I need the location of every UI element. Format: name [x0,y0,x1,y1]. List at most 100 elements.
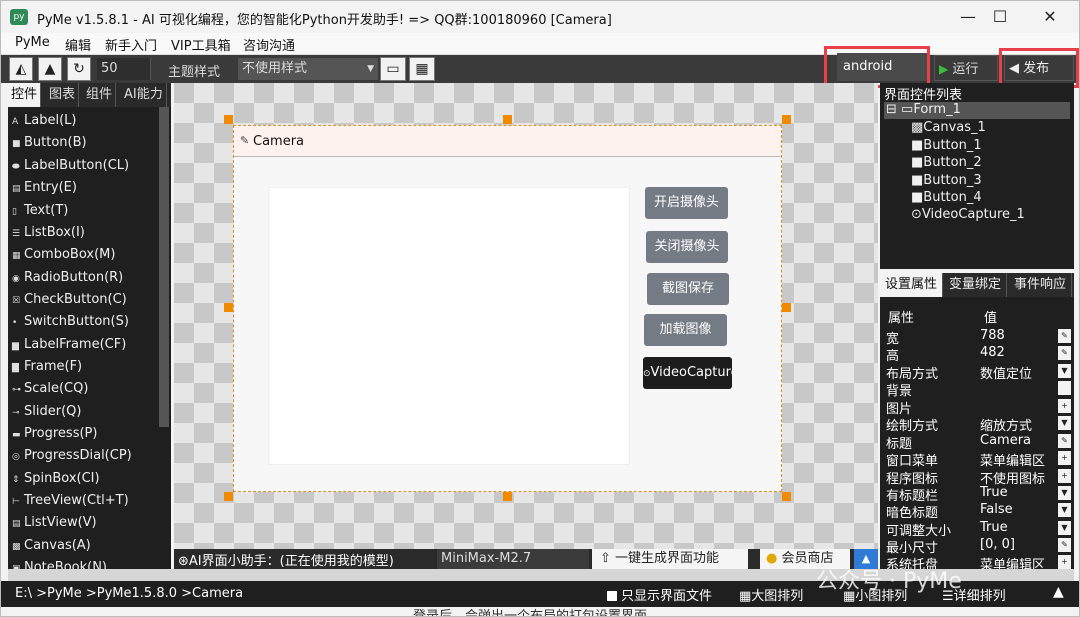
widget-listbox[interactable]: ☰ ListBox(I) [12,225,85,240]
widget-frame[interactable]: ▇ Frame(F) [12,359,82,374]
widget-checkbutton[interactable]: ☒ CheckButton(C) [12,292,127,307]
dropdown-icon[interactable]: ▼ [1058,364,1071,378]
prop-row[interactable]: 最小尺寸 [0, 0] ✎ [880,537,1074,556]
widget-progressdial-text: ProgressDial(CP) [24,448,132,463]
tree-item-button-3[interactable]: ■Button_3 [911,173,982,188]
dropdown-icon[interactable]: ▼ [1058,503,1071,517]
widget-combobox[interactable]: ▦ ComboBox(M) [12,247,115,262]
resize-handle-b[interactable] [503,492,512,501]
edit-icon[interactable]: ✎ [1058,346,1071,360]
model-select[interactable]: MiniMax-M2.7 [437,549,589,569]
widget-spinbox[interactable]: ⇕ SpinBox(CI) [12,471,100,486]
edit-icon[interactable]: ✎ [1058,434,1071,448]
maximize-button[interactable]: ☐ [977,1,1023,33]
widget-switchbutton[interactable]: • SwitchButton(S) [12,314,129,329]
resize-handle-tl[interactable] [224,115,233,124]
prop-row[interactable]: 绘制方式 缩放方式 ▼ [880,415,1074,434]
widget-entry[interactable]: ▤ Entry(E) [12,180,77,195]
plus-icon[interactable]: + [1058,555,1071,569]
prop-row[interactable]: 高 482 ✎ [880,345,1074,364]
dropdown-icon[interactable]: ▼ [1058,416,1071,430]
prop-row[interactable]: 图片 + [880,398,1074,417]
widget-listview[interactable]: ▤ ListView(V) [12,515,97,530]
resize-handle-t[interactable] [503,115,512,124]
tree-item-button-2[interactable]: ■Button_2 [911,155,982,170]
menu-pyme[interactable]: PyMe [15,35,50,50]
widget-progressdial[interactable]: ◎ ProgressDial(CP) [12,448,132,463]
plus-icon[interactable]: + [1058,399,1071,413]
tree-item-button-4[interactable]: ■Button_4 [911,190,982,205]
dropdown-icon[interactable]: ▼ [1058,486,1071,500]
tree-item-videocapture[interactable]: ⊙VideoCapture_1 [911,207,1025,222]
close-button[interactable]: ✕ [1027,1,1073,33]
menu-vip-tools[interactable]: VIP工具箱 [171,35,231,54]
tree-item-canvas[interactable]: ▩Canvas_1 [911,120,986,135]
plus-icon[interactable]: + [1058,451,1071,465]
widget-radiobutton[interactable]: ◉ RadioButton(R) [12,270,123,285]
close-camera-button[interactable]: 关闭摄像头 [646,231,728,263]
widget-notebook[interactable]: ▣ NoteBook(N) [12,560,107,569]
canvas-widget[interactable] [268,187,630,465]
tree-item-button-1[interactable]: ■Button_1 [911,138,982,153]
prop-row[interactable]: 暗色标题 False ▼ [880,502,1074,521]
tree-item-form[interactable]: ⊟ ▭Form_1 [886,102,961,117]
prop-row[interactable]: 背景 [880,380,1074,399]
tab-charts[interactable]: 图表 [46,83,80,107]
menu-beginner[interactable]: 新手入门 [105,35,157,54]
generate-ui-button[interactable]: ⇧ 一键生成界面功能 [592,549,748,569]
prop-row[interactable]: 程序图标 不使用图标 + [880,468,1074,487]
edit-icon[interactable]: ✎ [1058,329,1071,343]
widget-canvas[interactable]: ▩ Canvas(A) [12,538,91,553]
open-camera-button[interactable]: 开启摄像头 [645,187,728,219]
collapse-up-icon[interactable]: ▲ [1053,584,1064,600]
run-button[interactable]: ▶ 运行 [934,55,998,81]
widget-label[interactable]: A Label(L) [12,113,76,128]
resize-handle-l[interactable] [224,303,233,312]
widget-scale[interactable]: ⊶ Scale(CQ) [12,381,88,396]
save-screenshot-button[interactable]: 截图保存 [647,273,729,305]
tab-event-response[interactable]: 事件响应 [1009,273,1073,297]
zoom-level-field[interactable]: 50 [97,58,151,80]
preview-monitor-icon[interactable]: ▭ [380,57,406,81]
color-swatch-icon[interactable] [1058,381,1071,395]
plus-icon[interactable]: + [1058,469,1071,483]
prop-row[interactable]: 有标题栏 True ▼ [880,485,1074,504]
widget-treeview[interactable]: ⊢ TreeView(Ctl+T) [12,493,129,508]
widget-labelbutton[interactable]: ⬬ LabelButton(CL) [12,158,129,173]
resize-handle-bl[interactable] [224,492,233,501]
dropdown-icon[interactable]: ▼ [1058,521,1071,535]
eraser-icon[interactable]: ◭ [9,57,33,81]
large-icon-view-button[interactable]: ▦大图排列 [739,585,803,604]
prop-row[interactable]: 标题 Camera ✎ [880,433,1074,452]
menu-consult[interactable]: 咨询沟通 [243,35,295,54]
widget-text[interactable]: ▯ Text(T) [12,203,68,218]
prop-row[interactable]: 可调整大小 True ▼ [880,520,1074,539]
menu-edit[interactable]: 编辑 [65,35,91,54]
tab-variable-binding[interactable]: 变量绑定 [944,273,1008,297]
resize-handle-br[interactable] [782,492,791,501]
theme-style-select[interactable]: 不使用样式 ▼ [238,58,378,80]
file-path-breadcrumb[interactable]: E:\ >PyMe >PyMe1.5.8.0 >Camera [15,586,243,601]
widget-button[interactable]: ■ Button(B) [12,135,87,150]
widget-list-scrollbar[interactable] [159,107,169,427]
tab-controls[interactable]: 控件 [8,83,42,107]
resize-handle-r[interactable] [782,303,791,312]
image-mountain-icon[interactable]: ▲ [38,57,62,81]
edit-icon[interactable]: ✎ [1058,538,1071,552]
prop-row[interactable]: 布局方式 数值定位 ▼ [880,363,1074,382]
layout-grid-icon[interactable]: ▦ [409,57,435,81]
tab-ai[interactable]: AI能力 [121,83,167,107]
prop-row[interactable]: 宽 788 ✎ [880,328,1074,347]
tab-components[interactable]: 组件 [83,83,117,107]
widget-slider[interactable]: ⊸ Slider(Q) [12,404,81,419]
widget-labelframe[interactable]: ▆ LabelFrame(CF) [12,337,126,352]
prop-row[interactable]: 窗口菜单 菜单编辑区 + [880,450,1074,469]
only-ui-files-checkbox[interactable]: 只显示界面文件 [607,585,712,604]
form-preview[interactable]: ✎ Camera 开启摄像头 关闭摄像头 截图保存 加载图像 ⊙VideoCap… [233,125,782,492]
refresh-icon[interactable]: ↻ [67,57,91,81]
resize-handle-tr[interactable] [782,115,791,124]
video-capture-widget[interactable]: ⊙VideoCapture [643,357,732,389]
tab-set-properties[interactable]: 设置属性 [880,273,944,297]
load-image-button[interactable]: 加载图像 [644,314,727,346]
widget-progress[interactable]: ▬ Progress(P) [12,426,97,441]
